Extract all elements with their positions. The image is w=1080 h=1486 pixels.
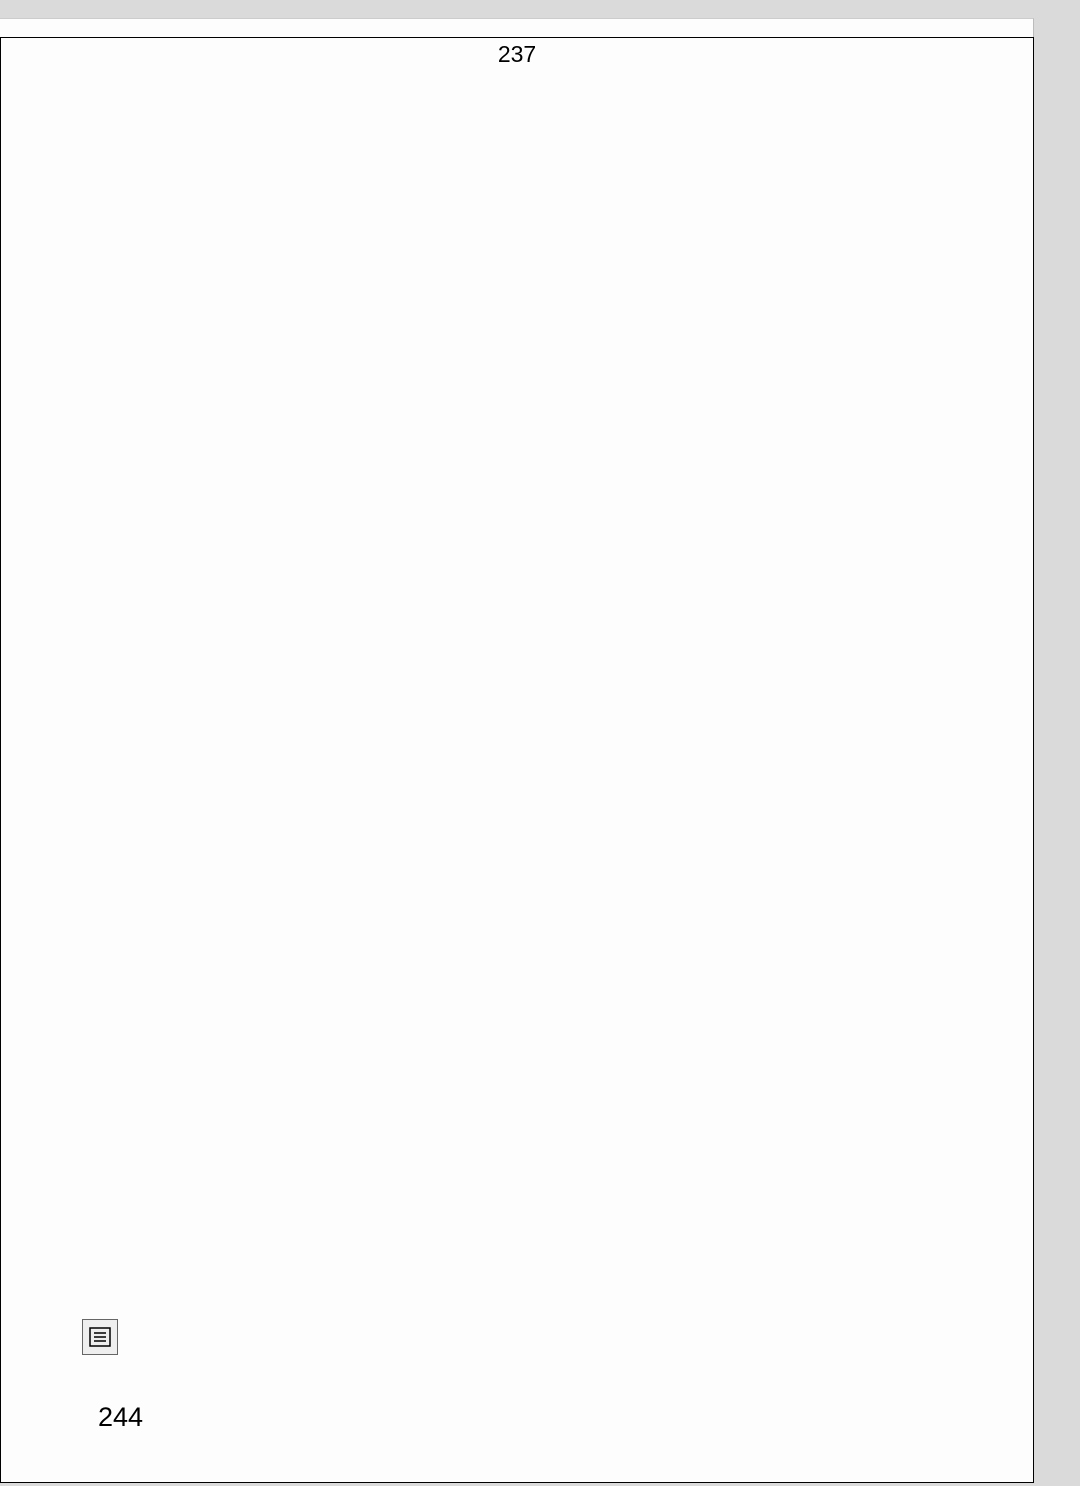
page-number: 244 — [98, 1402, 143, 1433]
manual-page: The Playback Menu: Managing Images To di… — [0, 18, 1034, 1464]
option-page: 237 — [0, 37, 1034, 1483]
section-tab-icon — [82, 1319, 118, 1355]
table-row: Print set (DPOF)237 — [99, 885, 955, 919]
options-table: Option Delete221 Playback folder245 Hide… — [98, 543, 955, 920]
